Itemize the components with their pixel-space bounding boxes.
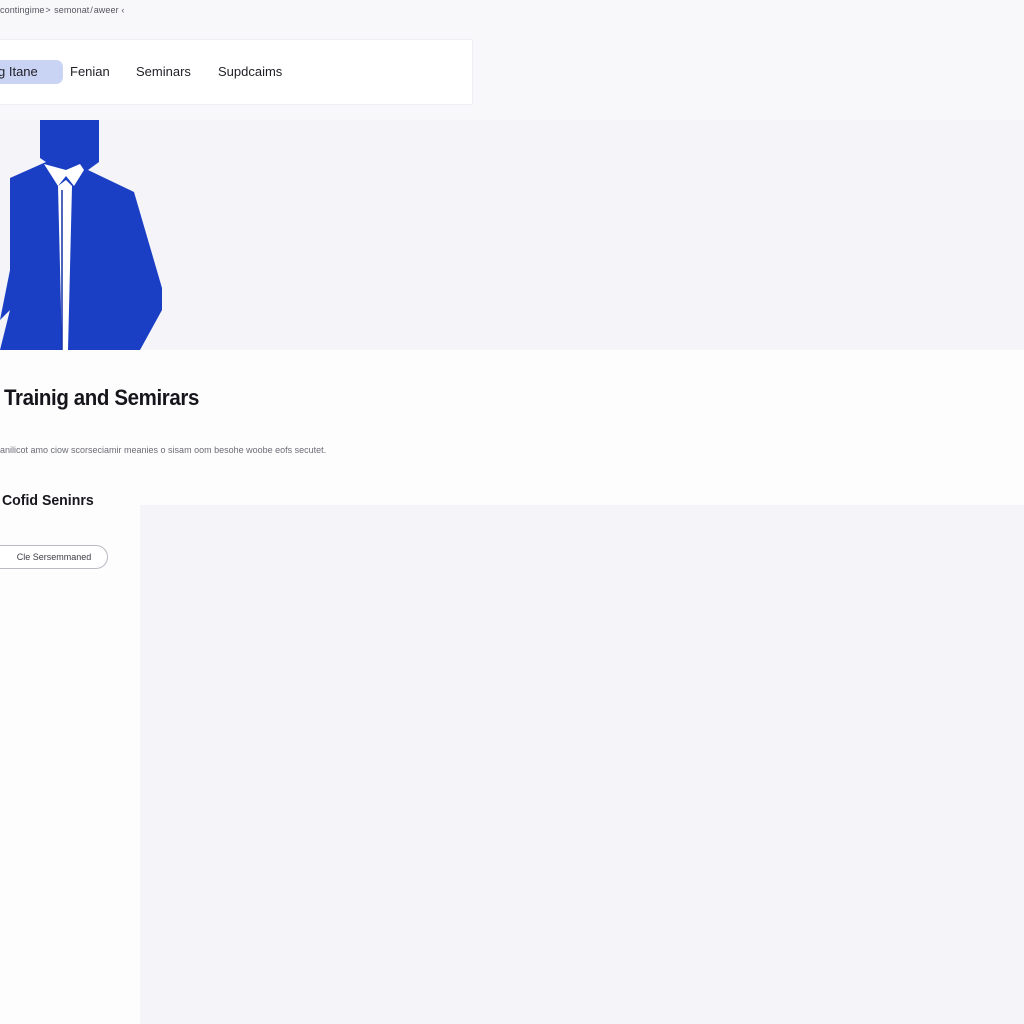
tab-fenian[interactable]: Fenian	[70, 60, 110, 84]
content-panel	[140, 505, 1024, 1024]
businessman-silhouette-icon	[0, 120, 162, 350]
page-description: anilicot amo ciow scorseciamir meanies o…	[0, 445, 327, 455]
seminar-action-button[interactable]: Cle Sersemmaned	[0, 545, 108, 569]
page-title: Trainig and Semirars	[4, 385, 199, 410]
tab-home[interactable]: g Itane	[0, 60, 63, 84]
tab-supdcaims[interactable]: Supdcaims	[218, 60, 282, 84]
page: contingime > semonat / aweer ‹ g Itane F…	[0, 0, 1024, 1024]
tab-label: g Itane	[0, 64, 38, 79]
breadcrumb: contingime > semonat / aweer ‹	[0, 5, 125, 15]
suit-shape	[0, 120, 162, 350]
tab-bar: g Itane Fenian Seminars Supdcaims	[0, 40, 472, 104]
main-content: Trainig and Semirars anilicot amo ciow s…	[0, 350, 1024, 1024]
section-heading: Cofid Seninrs	[2, 492, 94, 509]
hero-banner	[0, 120, 1024, 350]
tab-seminars[interactable]: Seminars	[136, 60, 191, 84]
